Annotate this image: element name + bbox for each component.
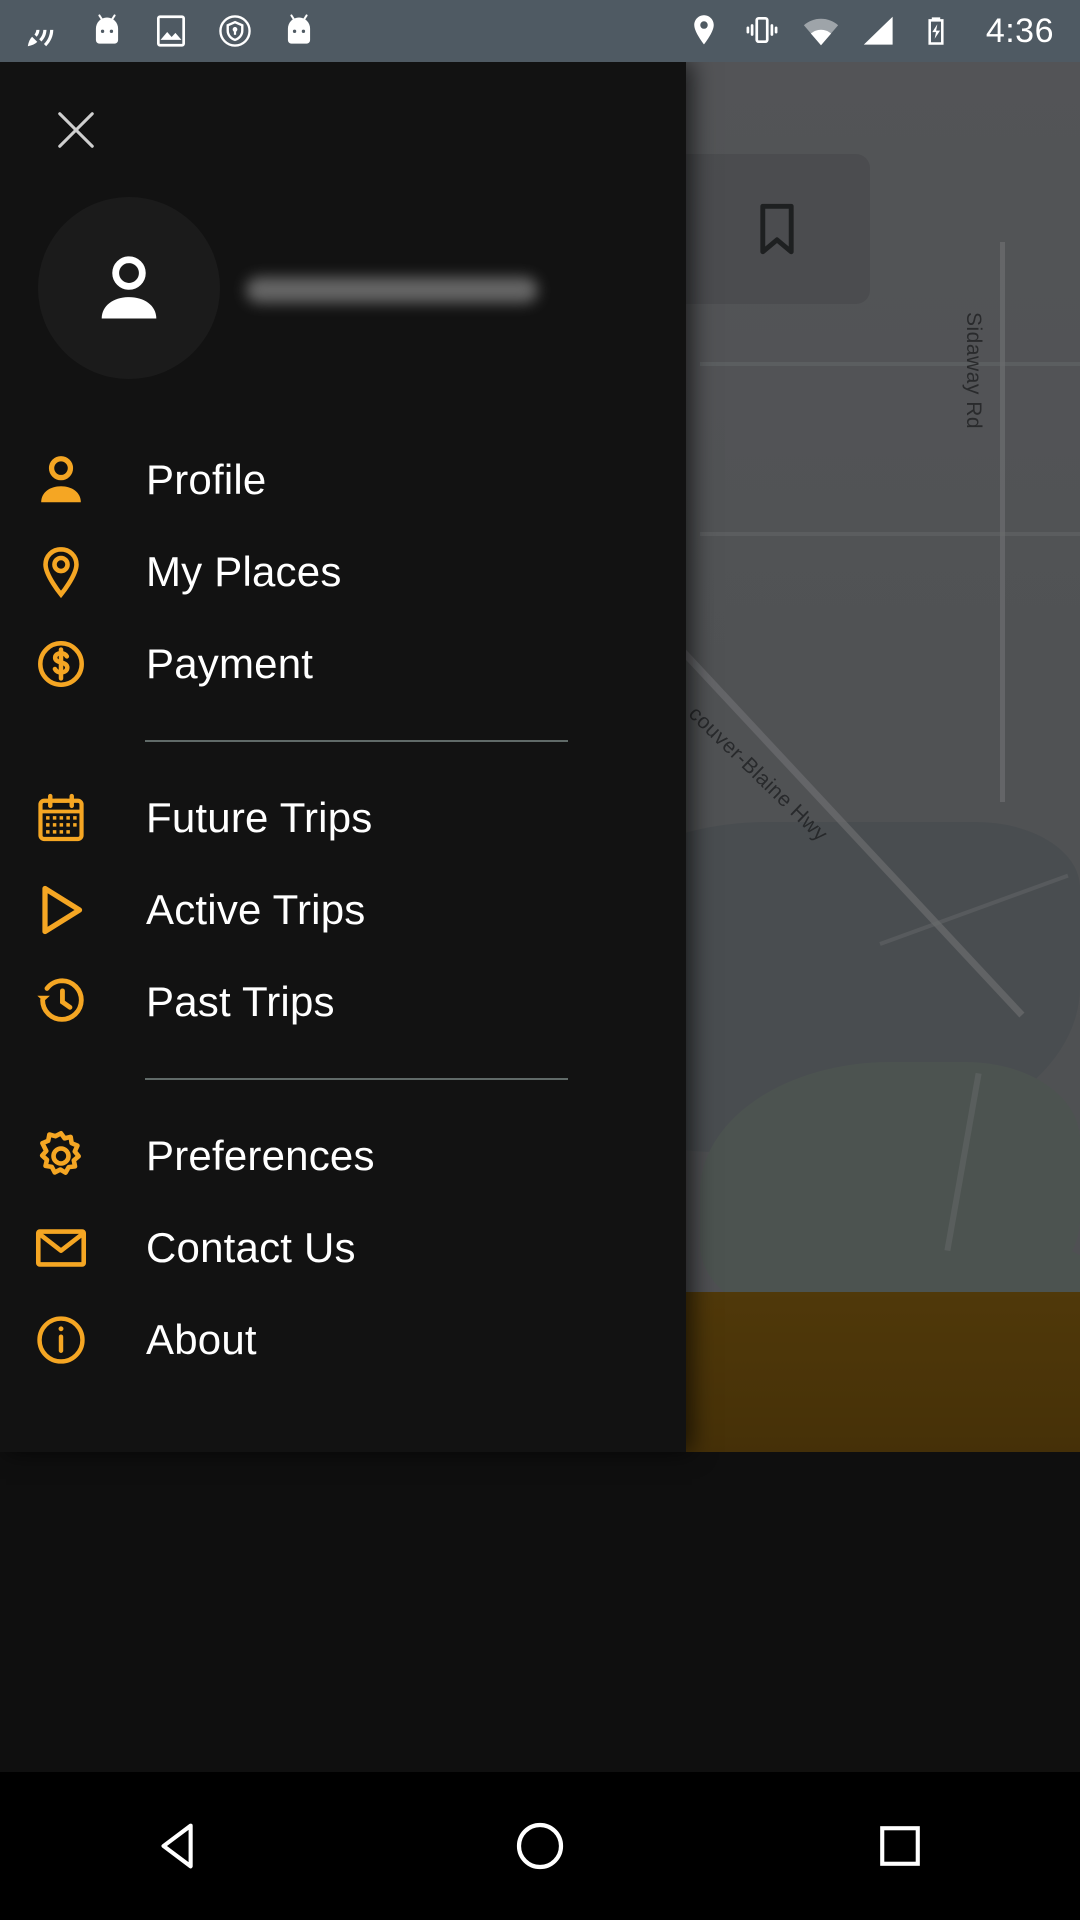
close-icon bbox=[58, 112, 94, 148]
menu-item-about[interactable]: About bbox=[0, 1294, 686, 1386]
android-robot-icon-2 bbox=[280, 12, 318, 50]
map-road-vertical bbox=[1000, 242, 1005, 802]
menu-divider-2 bbox=[145, 1078, 568, 1080]
envelope-icon bbox=[20, 1217, 102, 1279]
status-bar-right-icons: 4:36 bbox=[686, 12, 1054, 51]
play-triangle-icon bbox=[20, 879, 102, 941]
map-label-sidaway-rd: Sidaway Rd bbox=[962, 312, 985, 430]
menu-item-label: Contact Us bbox=[146, 1224, 356, 1271]
nav-back-button[interactable] bbox=[90, 1772, 270, 1920]
menu-item-my-places[interactable]: My Places bbox=[0, 526, 686, 618]
cell-signal-icon bbox=[860, 12, 898, 50]
location-pin-icon bbox=[686, 12, 724, 50]
menu-item-label: Payment bbox=[146, 640, 314, 687]
home-circle-icon bbox=[516, 1822, 564, 1870]
wifi-icon bbox=[802, 12, 840, 50]
vpn-shield-icon bbox=[216, 12, 254, 50]
drawer-menu: Profile My Places Payment Future Trips A… bbox=[0, 434, 686, 1386]
battery-charging-icon bbox=[918, 12, 956, 50]
history-clock-icon bbox=[20, 971, 102, 1033]
nav-recents-button[interactable] bbox=[810, 1772, 990, 1920]
profile-header[interactable] bbox=[0, 197, 686, 387]
calendar-icon bbox=[20, 787, 102, 849]
menu-item-past-trips[interactable]: Past Trips bbox=[0, 956, 686, 1048]
status-bar: 4:36 bbox=[0, 0, 1080, 62]
bookmark-icon[interactable] bbox=[746, 198, 808, 260]
menu-item-label: Future Trips bbox=[146, 794, 373, 841]
menu-item-payment[interactable]: Payment bbox=[0, 618, 686, 710]
menu-item-preferences[interactable]: Preferences bbox=[0, 1110, 686, 1202]
android-navigation-bar bbox=[0, 1772, 1080, 1920]
menu-item-future-trips[interactable]: Future Trips bbox=[0, 772, 686, 864]
menu-item-label: My Places bbox=[146, 548, 342, 595]
username-value bbox=[246, 267, 546, 311]
nav-home-button[interactable] bbox=[450, 1772, 630, 1920]
status-bar-left-icons bbox=[24, 12, 318, 50]
info-circle-icon bbox=[20, 1309, 102, 1371]
menu-section-trips: Future Trips Active Trips Past Trips bbox=[0, 772, 686, 1048]
close-drawer-button[interactable] bbox=[30, 84, 122, 176]
menu-divider-1 bbox=[145, 740, 568, 742]
menu-item-label: Active Trips bbox=[146, 886, 366, 933]
recents-square-icon bbox=[880, 1826, 920, 1866]
avatar[interactable] bbox=[38, 197, 220, 379]
person-icon bbox=[20, 449, 102, 511]
menu-item-profile[interactable]: Profile bbox=[0, 434, 686, 526]
status-bar-clock: 4:36 bbox=[985, 11, 1054, 50]
person-icon bbox=[101, 256, 157, 319]
menu-item-label: Profile bbox=[146, 456, 267, 503]
android-robot-icon bbox=[88, 12, 126, 50]
menu-item-label: Preferences bbox=[146, 1132, 375, 1179]
back-triangle-icon bbox=[161, 1823, 193, 1869]
gps-satellite-icon bbox=[24, 12, 62, 50]
menu-item-label: About bbox=[146, 1316, 257, 1363]
menu-item-contact-us[interactable]: Contact Us bbox=[0, 1202, 686, 1294]
app-screen: Sidaway Rd couver-Blaine Hwy 4:36 Profil… bbox=[0, 0, 1080, 1920]
menu-section-account: Profile My Places Payment bbox=[0, 434, 686, 710]
map-bottom-panel[interactable] bbox=[680, 1292, 1080, 1452]
vibrate-icon bbox=[744, 12, 782, 50]
menu-item-label: Past Trips bbox=[146, 978, 335, 1025]
navigation-drawer: Profile My Places Payment Future Trips A… bbox=[0, 62, 686, 1452]
dollar-circle-icon bbox=[20, 633, 102, 695]
image-icon bbox=[152, 12, 190, 50]
menu-item-active-trips[interactable]: Active Trips bbox=[0, 864, 686, 956]
menu-section-support: Preferences Contact Us About bbox=[0, 1110, 686, 1386]
map-road-h1 bbox=[700, 362, 1080, 366]
map-road-h2 bbox=[700, 532, 1080, 536]
map-pin-icon bbox=[20, 541, 102, 603]
gear-icon bbox=[20, 1125, 102, 1187]
